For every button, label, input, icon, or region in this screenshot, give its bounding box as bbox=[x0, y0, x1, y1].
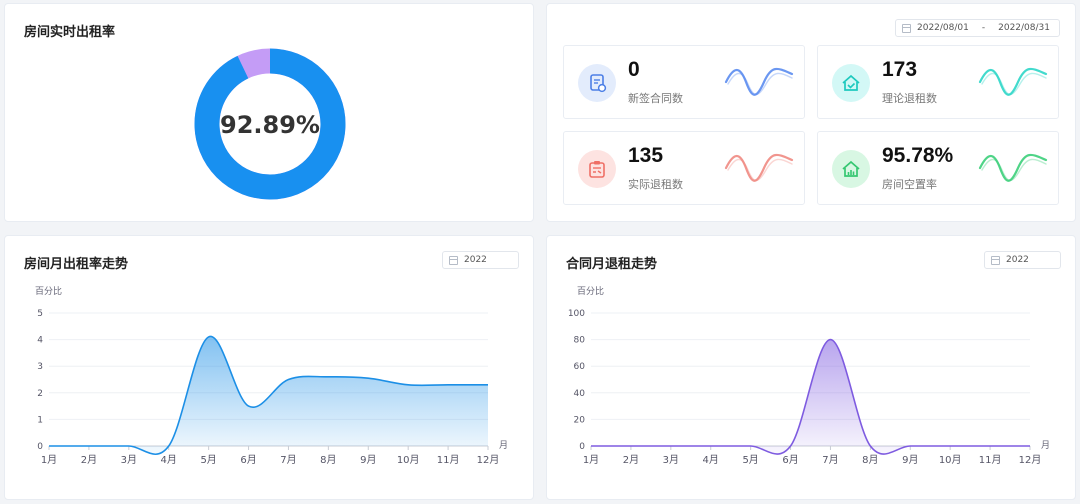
calendar-icon bbox=[902, 23, 911, 33]
y-tick-label: 100 bbox=[568, 309, 585, 319]
rate-trend-chart: 百分比 0 1 2 3 4 5 1月 2月 3月 4月 5月 6月 7月 8月 9月 10月 11月 12月 月 bbox=[35, 285, 508, 466]
date-start: 2022/08/01 bbox=[917, 23, 969, 33]
x-tick-label: 2月 bbox=[623, 454, 639, 466]
x-tick-label: 12月 bbox=[477, 454, 500, 466]
x-tick-label: 11月 bbox=[437, 454, 460, 466]
x-tick-label: 11月 bbox=[979, 454, 1002, 466]
series-area bbox=[49, 336, 488, 455]
y-tick-label: 60 bbox=[574, 362, 586, 372]
termination-trend-title: 合同月退租走势 bbox=[566, 257, 658, 272]
x-tick-label: 3月 bbox=[121, 454, 137, 466]
x-tick-label: 1月 bbox=[41, 454, 57, 466]
stat-label: 新签合同数 bbox=[628, 92, 683, 105]
stats-panel: 2022/08/01 - 2022/08/31 0 新签合同数 173 理论退租… bbox=[546, 3, 1076, 222]
date-end: 2022/08/31 bbox=[998, 23, 1050, 33]
x-tick-label: 10月 bbox=[397, 454, 420, 466]
occupancy-rate-text: 92.89% bbox=[220, 111, 320, 139]
year-value: 2022 bbox=[1006, 255, 1029, 265]
y-tick-label: 40 bbox=[574, 389, 586, 399]
stat-label: 房间空置率 bbox=[882, 178, 937, 191]
x-tick-label: 8月 bbox=[862, 454, 878, 466]
x-tick-label: 1月 bbox=[583, 454, 599, 466]
stat-card: 0 新签合同数 bbox=[563, 45, 805, 119]
x-tick-label: 2月 bbox=[81, 454, 97, 466]
x-axis-unit: 月 bbox=[499, 440, 508, 451]
x-tick-label: 4月 bbox=[703, 454, 719, 466]
house-chart-icon bbox=[832, 150, 870, 188]
stat-card: 135 实际退租数 bbox=[563, 131, 805, 205]
x-tick-label: 3月 bbox=[663, 454, 679, 466]
occupancy-title: 房间实时出租率 bbox=[24, 25, 116, 40]
x-tick-label: 9月 bbox=[902, 454, 918, 466]
y-axis-label: 百分比 bbox=[35, 285, 62, 297]
y-tick-label: 4 bbox=[37, 336, 43, 346]
year-value: 2022 bbox=[464, 255, 487, 265]
series-area bbox=[591, 339, 1030, 455]
x-tick-label: 5月 bbox=[200, 454, 216, 466]
rate-trend-panel: 房间月出租率走势 2022 百分比 0 1 2 3 4 5 1月 2月 3月 4月 5月 6月 7月 8月 9… bbox=[4, 235, 534, 500]
stat-card: 173 理论退租数 bbox=[817, 45, 1059, 119]
x-tick-label: 10月 bbox=[939, 454, 962, 466]
y-tick-label: 20 bbox=[574, 415, 586, 425]
stat-value: 0 bbox=[628, 58, 640, 81]
x-tick-label: 6月 bbox=[782, 454, 798, 466]
y-tick-label: 3 bbox=[37, 362, 43, 372]
termination-trend-panel: 合同月退租走势 2022 百分比 0 20 40 60 80 100 1月 2月 3月 4月 5月 6月… bbox=[546, 235, 1076, 500]
contract-icon bbox=[578, 64, 616, 102]
termination-trend-chart: 百分比 0 20 40 60 80 100 1月 2月 3月 4月 5月 6月 7月 8月 9月 10月 11月 1… bbox=[568, 285, 1050, 466]
year-picker[interactable]: 2022 bbox=[984, 251, 1061, 269]
x-tick-label: 8月 bbox=[320, 454, 336, 466]
x-axis-unit: 月 bbox=[1041, 440, 1050, 451]
x-tick-label: 7月 bbox=[280, 454, 296, 466]
year-picker[interactable]: 2022 bbox=[442, 251, 519, 269]
stat-card: 95.78% 房间空置率 bbox=[817, 131, 1059, 205]
calendar-icon bbox=[991, 255, 1000, 265]
y-tick-label: 2 bbox=[37, 389, 43, 399]
date-separator: - bbox=[981, 23, 986, 33]
wave-decoration bbox=[724, 67, 794, 96]
stat-value: 95.78% bbox=[882, 144, 954, 167]
x-tick-label: 7月 bbox=[822, 454, 838, 466]
stat-label: 实际退租数 bbox=[628, 178, 683, 191]
wave-decoration bbox=[724, 153, 794, 182]
wave-decoration bbox=[978, 67, 1048, 96]
x-tick-label: 4月 bbox=[161, 454, 177, 466]
y-tick-label: 0 bbox=[579, 442, 585, 452]
calendar-icon bbox=[449, 255, 458, 265]
stat-value: 173 bbox=[882, 58, 918, 81]
y-tick-label: 5 bbox=[37, 309, 43, 319]
y-axis-label: 百分比 bbox=[577, 285, 604, 297]
x-tick-label: 9月 bbox=[360, 454, 376, 466]
wave-decoration bbox=[978, 153, 1048, 182]
x-tick-label: 5月 bbox=[742, 454, 758, 466]
clipboard-icon bbox=[578, 150, 616, 188]
y-tick-label: 80 bbox=[574, 336, 586, 346]
rate-trend-title: 房间月出租率走势 bbox=[24, 257, 129, 272]
stat-label: 理论退租数 bbox=[882, 92, 937, 105]
date-range-picker[interactable]: 2022/08/01 - 2022/08/31 bbox=[895, 19, 1060, 37]
occupancy-donut: 92.89% bbox=[194, 48, 346, 200]
occupancy-panel: 房间实时出租率 92.89% bbox=[4, 3, 534, 222]
x-tick-label: 6月 bbox=[240, 454, 256, 466]
y-tick-label: 1 bbox=[37, 415, 43, 425]
x-tick-label: 12月 bbox=[1019, 454, 1042, 466]
y-tick-label: 0 bbox=[37, 442, 43, 452]
house-check-icon bbox=[832, 64, 870, 102]
stat-value: 135 bbox=[628, 144, 664, 167]
